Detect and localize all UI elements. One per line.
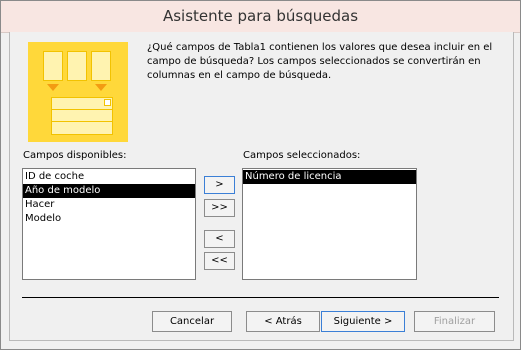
remove-all-fields-button[interactable]: <<: [204, 252, 235, 270]
dropdown-arrow-icon: [104, 99, 111, 106]
available-fields-label: Campos disponibles:: [23, 150, 127, 161]
list-item[interactable]: Modelo: [23, 212, 195, 226]
add-field-button[interactable]: >: [204, 176, 235, 194]
cancel-button[interactable]: Cancelar: [152, 311, 232, 332]
table-line: [51, 109, 113, 110]
dialog-title: Asistente para búsquedas: [162, 7, 359, 25]
available-fields-list[interactable]: ID de coche Año de modelo Hacer Modelo: [22, 168, 196, 280]
lookup-illustration-icon: [28, 42, 128, 142]
next-button[interactable]: Siguiente >: [321, 311, 405, 332]
title-bar[interactable]: Asistente para búsquedas: [1, 1, 520, 33]
lookup-wizard-dialog: Asistente para búsquedas ¿Qué campos de …: [0, 0, 521, 350]
source-column-icon: [67, 51, 87, 81]
arrow-down-icon: [47, 84, 59, 91]
divider: [22, 297, 499, 298]
source-column-icon: [43, 51, 63, 81]
back-button[interactable]: < Atrás: [246, 311, 320, 332]
table-line: [51, 121, 113, 122]
selected-fields-list[interactable]: Número de licencia: [242, 168, 417, 280]
selected-fields-label: Campos seleccionados:: [243, 150, 361, 161]
list-item-selected[interactable]: Número de licencia: [243, 170, 416, 184]
add-all-fields-button[interactable]: >>: [204, 199, 235, 217]
list-item[interactable]: ID de coche: [23, 170, 195, 184]
remove-field-button[interactable]: <: [204, 230, 235, 248]
instructions-text: ¿Qué campos de Tabla1 contienen los valo…: [147, 42, 493, 81]
arrow-down-icon: [95, 84, 107, 91]
list-item-selected[interactable]: Año de modelo: [23, 184, 195, 198]
list-item[interactable]: Hacer: [23, 198, 195, 212]
source-column-icon: [91, 51, 111, 81]
finish-button[interactable]: Finalizar: [414, 311, 495, 332]
